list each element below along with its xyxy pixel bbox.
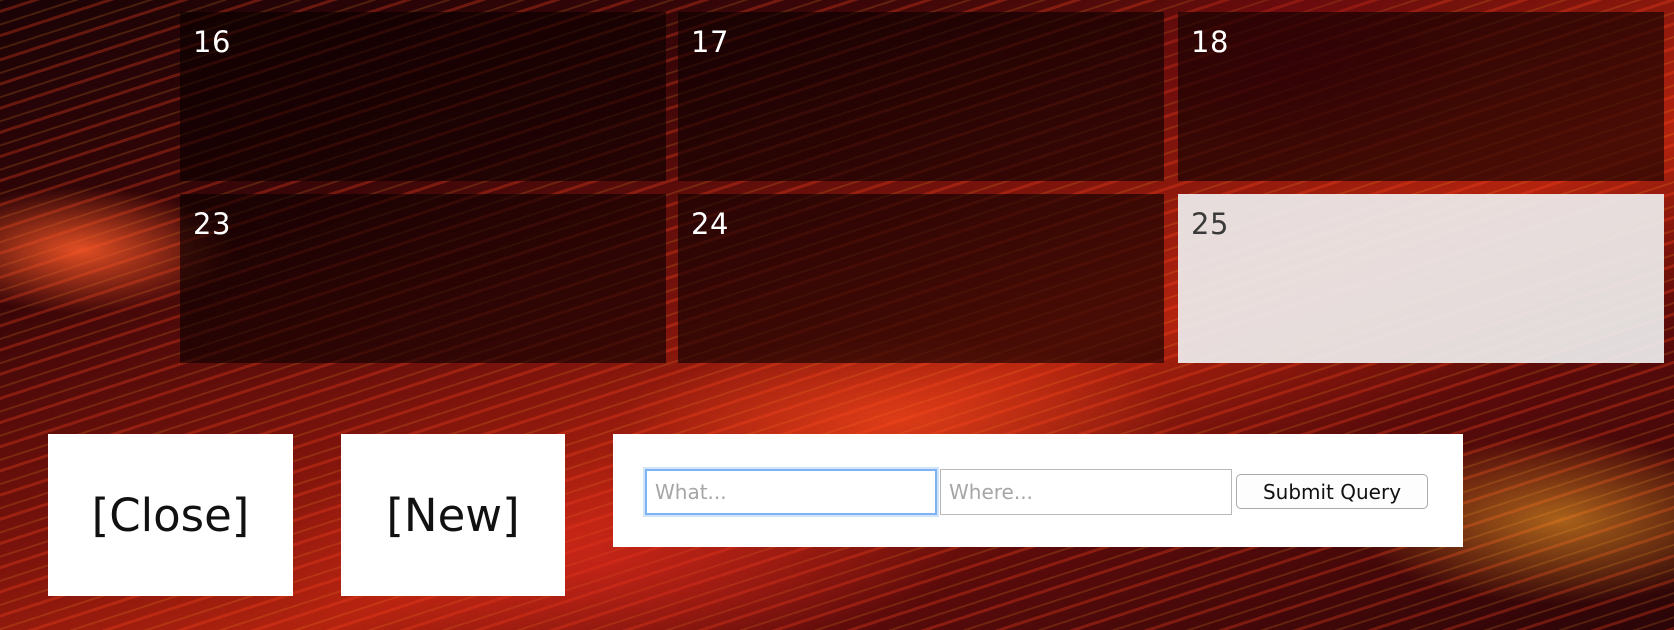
submit-query-button[interactable]: Submit Query bbox=[1236, 474, 1428, 509]
what-input[interactable] bbox=[645, 469, 937, 515]
day-number: 23 bbox=[193, 207, 231, 241]
day-number: 18 bbox=[1191, 25, 1229, 59]
calendar-day-cell[interactable]: 24 bbox=[678, 194, 1164, 363]
day-number: 25 bbox=[1191, 207, 1229, 241]
calendar-day-cell[interactable]: 23 bbox=[180, 194, 666, 363]
calendar-day-cell[interactable]: 16 bbox=[180, 12, 666, 181]
close-button[interactable]: [Close] bbox=[48, 434, 293, 596]
day-number: 24 bbox=[691, 207, 729, 241]
day-number: 16 bbox=[193, 25, 231, 59]
search-form: Submit Query bbox=[613, 434, 1463, 547]
calendar-grid: 16 17 18 23 24 25 bbox=[180, 12, 1664, 364]
calendar-day-cell-today[interactable]: 25 bbox=[1178, 194, 1664, 363]
new-button[interactable]: [New] bbox=[341, 434, 565, 596]
day-number: 17 bbox=[691, 25, 729, 59]
where-input[interactable] bbox=[940, 469, 1232, 515]
calendar-day-cell[interactable]: 18 bbox=[1178, 12, 1664, 181]
calendar-day-cell[interactable]: 17 bbox=[678, 12, 1164, 181]
